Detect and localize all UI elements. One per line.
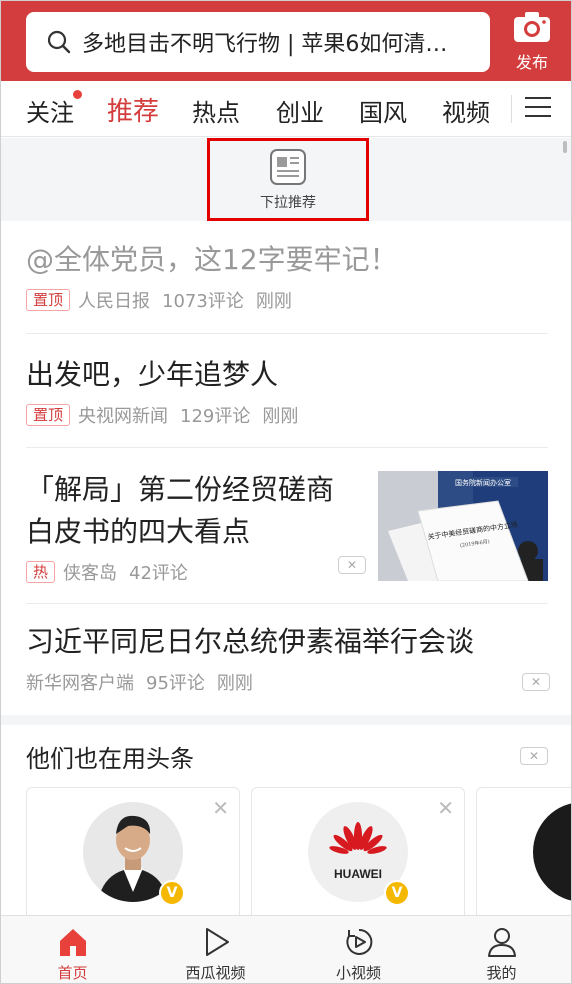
thumb-banner-text: 国务院新闻办公室 bbox=[455, 478, 511, 487]
nav-mine[interactable]: 我的 bbox=[430, 916, 571, 983]
comment-count: 1073评论 bbox=[162, 291, 244, 312]
tab-guofeng[interactable]: 国风 bbox=[359, 93, 407, 128]
user-card[interactable]: ✕ HUAWEI V bbox=[251, 787, 465, 927]
publish-label: 发布 bbox=[515, 53, 548, 72]
dislike-close-icon[interactable]: ✕ bbox=[520, 747, 548, 765]
news-title: @全体党员，这12字要牢记！ bbox=[26, 243, 398, 276]
news-time: 刚刚 bbox=[262, 406, 299, 427]
play-icon bbox=[205, 928, 229, 956]
publish-button[interactable]: 发布 bbox=[507, 11, 557, 75]
search-icon bbox=[47, 30, 71, 54]
short-video-icon bbox=[345, 928, 372, 955]
huawei-logo-text: HUAWEI bbox=[334, 867, 382, 881]
hot-badge: 热 bbox=[26, 561, 56, 583]
news-source: 新华网客户端 bbox=[26, 673, 134, 694]
verified-badge: V bbox=[384, 880, 410, 906]
pinned-badge: 置顶 bbox=[26, 289, 71, 311]
camera-icon bbox=[514, 12, 550, 42]
user-card[interactable]: ✕ V bbox=[26, 787, 240, 927]
divider bbox=[26, 447, 548, 448]
news-time: 刚刚 bbox=[255, 291, 292, 312]
user-card[interactable] bbox=[476, 787, 571, 927]
nav-xigua-label: 西瓜视频 bbox=[185, 964, 246, 982]
divider bbox=[26, 333, 548, 334]
nav-short-video[interactable]: 小视频 bbox=[287, 916, 430, 983]
news-source: 人民日报 bbox=[78, 291, 151, 312]
search-bar[interactable]: 多地目击不明飞行物 | 苹果6如何清… bbox=[26, 12, 490, 72]
comment-count: 42评论 bbox=[129, 563, 188, 584]
newspaper-icon bbox=[270, 148, 306, 185]
pull-refresh-area: 下拉推荐 bbox=[1, 138, 571, 221]
tab-video[interactable]: 视频 bbox=[442, 93, 490, 128]
divider bbox=[26, 603, 548, 604]
news-title: 出发吧，少年追梦人 bbox=[26, 358, 279, 391]
news-time: 刚刚 bbox=[216, 673, 253, 694]
home-icon bbox=[59, 929, 86, 956]
avatar bbox=[533, 802, 571, 902]
close-icon[interactable]: ✕ bbox=[437, 796, 454, 820]
tab-startup[interactable]: 创业 bbox=[276, 93, 324, 128]
news-item[interactable]: 出发吧，少年追梦人 置顶 央视网新闻 129评论 刚刚 bbox=[26, 354, 548, 428]
tab-hot[interactable]: 热点 bbox=[192, 93, 240, 128]
comment-count: 129评论 bbox=[180, 406, 251, 427]
bottom-nav: 首页 西瓜视频 小视频 我的 bbox=[1, 915, 571, 983]
news-item[interactable]: 「解局」第二份经贸磋商白皮书的四大看点 热 侠客岛 42评论 bbox=[26, 469, 356, 585]
news-thumbnail: 国务院新闻办公室 关于中美经贸磋商的中方立场 (2019年6月) bbox=[378, 471, 548, 581]
pinned-badge: 置顶 bbox=[26, 404, 71, 426]
nav-xigua-video[interactable]: 西瓜视频 bbox=[144, 916, 287, 983]
verified-badge: V bbox=[159, 880, 185, 906]
pull-recommend-highlight[interactable]: 下拉推荐 bbox=[207, 138, 369, 221]
tab-recommend[interactable]: 推荐 bbox=[107, 91, 159, 128]
app-screen: 多地目击不明飞行物 | 苹果6如何清… 发布 关注 推荐 热点 创业 国风 视频 bbox=[0, 0, 572, 984]
channel-menu-icon[interactable] bbox=[525, 97, 551, 119]
tabs-divider bbox=[511, 95, 512, 123]
top-bar: 多地目击不明飞行物 | 苹果6如何清… 发布 bbox=[1, 1, 571, 81]
channel-tabs: 关注 推荐 热点 创业 国风 视频 bbox=[1, 81, 571, 137]
user-icon bbox=[487, 928, 516, 957]
dislike-close-icon[interactable]: ✕ bbox=[522, 673, 550, 691]
nav-mine-label: 我的 bbox=[486, 964, 517, 982]
nav-short-video-label: 小视频 bbox=[335, 964, 381, 982]
news-title: 「解局」第二份经贸磋商白皮书的四大看点 bbox=[26, 473, 335, 548]
search-query: 多地目击不明飞行物 | 苹果6如何清… bbox=[82, 32, 448, 57]
notification-dot bbox=[73, 90, 82, 99]
news-title: 习近平同尼日尔总统伊素福举行会谈 bbox=[26, 625, 475, 658]
dislike-close-icon[interactable]: ✕ bbox=[338, 556, 366, 574]
tab-follow[interactable]: 关注 bbox=[26, 93, 74, 128]
news-source: 侠客岛 bbox=[63, 563, 118, 584]
scrollbar[interactable] bbox=[563, 141, 567, 153]
recommend-title: 他们也在用头条 bbox=[26, 745, 194, 773]
pull-label: 下拉推荐 bbox=[260, 194, 316, 211]
news-item[interactable]: 习近平同尼日尔总统伊素福举行会谈 新华网客户端 95评论 刚刚 bbox=[26, 621, 548, 695]
nav-home[interactable]: 首页 bbox=[1, 916, 144, 983]
comment-count: 95评论 bbox=[146, 673, 205, 694]
section-gap bbox=[1, 715, 571, 725]
nav-home-label: 首页 bbox=[57, 964, 88, 982]
news-source: 央视网新闻 bbox=[78, 406, 169, 427]
news-item[interactable]: @全体党员，这12字要牢记！ 置顶 人民日报 1073评论 刚刚 bbox=[26, 239, 548, 313]
close-icon[interactable]: ✕ bbox=[212, 796, 229, 820]
